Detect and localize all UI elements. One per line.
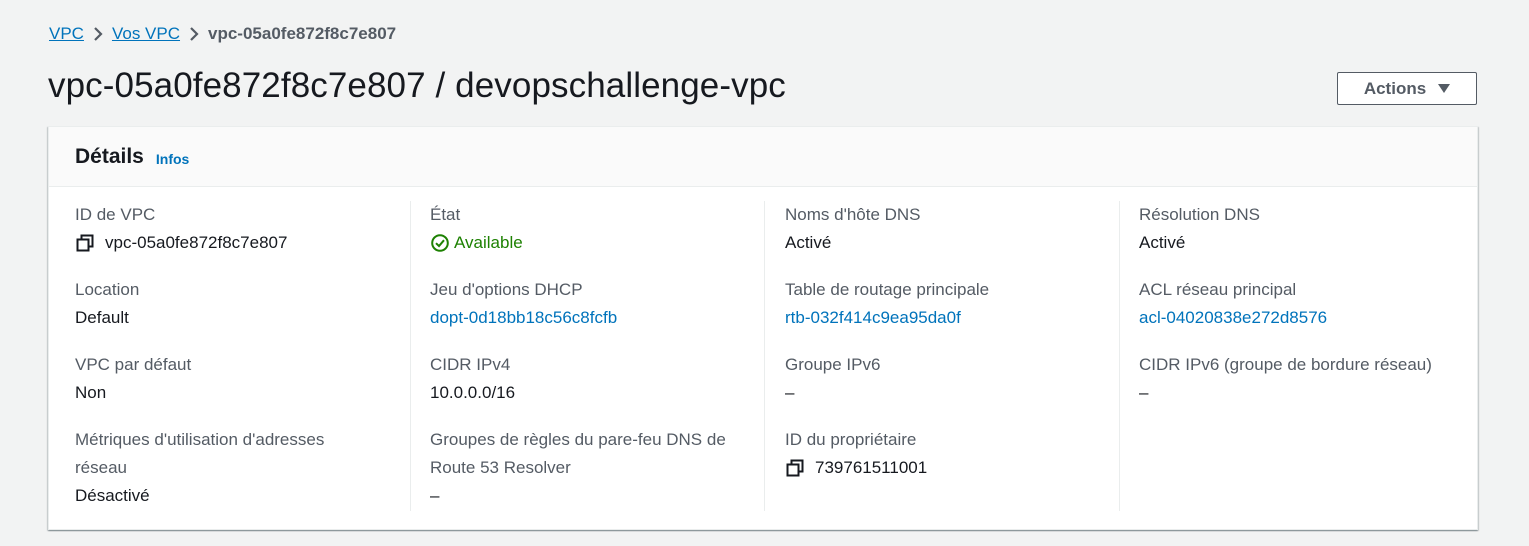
field-main-route-table: Table de routage principale rtb-032f414c… [785, 276, 1115, 332]
field-label: Jeu d'options DHCP [430, 280, 583, 299]
field-label: Métriques d'utilisation d'adresses résea… [75, 430, 325, 477]
field-dns-firewall-rule-groups: Groupes de règles du pare-feu DNS de Rou… [430, 426, 750, 510]
field-label: VPC par défaut [75, 355, 192, 374]
field-vpc-id: ID de VPC vpc-05a0fe872f8c7e807 [75, 201, 405, 257]
details-columns: ID de VPC vpc-05a0fe872f8c7e807 Location… [49, 201, 1477, 511]
details-column-2: État Available Jeu d'options DHCP dopt-0… [430, 201, 760, 511]
field-value-row: vpc-05a0fe872f8c7e807 [75, 229, 405, 257]
field-main-network-acl: ACL réseau principal acl-04020838e272d85… [1139, 276, 1469, 332]
details-panel: Détails Infos ID de VPC vpc-05a0fe872f8c… [48, 126, 1478, 530]
main-route-table-link[interactable]: rtb-032f414c9ea95da0f [785, 304, 1115, 332]
field-label: Table de routage principale [785, 280, 990, 299]
dhcp-options-link[interactable]: dopt-0d18bb18c56c8fcfb [430, 304, 760, 332]
breadcrumb-vpc-link[interactable]: VPC [49, 24, 84, 44]
field-label: CIDR IPv4 [430, 355, 511, 374]
field-value: Activé [1139, 233, 1186, 252]
field-value: – [430, 486, 440, 505]
field-dhcp-options: Jeu d'options DHCP dopt-0d18bb18c56c8fcf… [430, 276, 760, 332]
field-label: Résolution DNS [1139, 205, 1260, 224]
page-title: vpc-05a0fe872f8c7e807 / devopschallenge-… [48, 66, 786, 105]
field-label: Groupe IPv6 [785, 355, 881, 374]
column-divider [1119, 201, 1120, 511]
column-divider [764, 201, 765, 511]
field-owner-id: ID du propriétaire 739761511001 [785, 426, 1115, 482]
actions-dropdown-button[interactable]: Actions [1337, 72, 1477, 105]
info-link[interactable]: Infos [156, 151, 189, 167]
column-divider [410, 201, 411, 511]
field-label: Groupes de règles du pare-feu DNS de Rou… [430, 430, 726, 477]
copy-icon[interactable] [75, 233, 95, 253]
field-network-address-metrics: Métriques d'utilisation d'adresses résea… [75, 426, 375, 510]
details-column-1: ID de VPC vpc-05a0fe872f8c7e807 Location… [75, 201, 405, 511]
caret-down-icon [1438, 79, 1451, 99]
field-label: CIDR IPv6 (groupe de bordure réseau) [1139, 355, 1432, 374]
field-dns-hostnames: Noms d'hôte DNS Activé [785, 201, 1115, 257]
field-cidr-ipv6: CIDR IPv6 (groupe de bordure réseau) – [1139, 351, 1469, 407]
check-circle-icon [431, 234, 449, 252]
chevron-right-icon [180, 26, 208, 42]
field-location: Location Default [75, 276, 405, 332]
field-value-row: Available [430, 229, 760, 257]
field-value: Default [75, 308, 129, 327]
field-value: Activé [785, 233, 832, 252]
field-label: ACL réseau principal [1139, 280, 1297, 299]
field-dns-resolution: Résolution DNS Activé [1139, 201, 1469, 257]
field-state: État Available [430, 201, 760, 257]
field-value: Désactivé [75, 486, 150, 505]
field-cidr-ipv4: CIDR IPv4 10.0.0.0/16 [430, 351, 760, 407]
main-network-acl-link[interactable]: acl-04020838e272d8576 [1139, 304, 1469, 332]
details-column-4: Résolution DNS Activé ACL réseau princip… [1139, 201, 1469, 511]
status-available: Available [454, 233, 523, 252]
actions-button-label: Actions [1363, 78, 1427, 98]
field-label: Noms d'hôte DNS [785, 205, 921, 224]
field-value: 10.0.0.0/16 [430, 383, 516, 402]
details-column-3: Noms d'hôte DNS Activé Table de routage … [785, 201, 1115, 511]
vpc-id-value: vpc-05a0fe872f8c7e807 [105, 233, 288, 252]
field-label: Location [75, 280, 140, 299]
field-ipv6-pool: Groupe IPv6 – [785, 351, 1115, 407]
field-label: ID de VPC [75, 205, 156, 224]
field-value-row: 739761511001 [785, 454, 1115, 482]
field-label: ID du propriétaire [785, 430, 917, 449]
copy-icon[interactable] [785, 458, 805, 478]
breadcrumb-vos-vpc-link[interactable]: Vos VPC [112, 24, 180, 44]
field-label: État [430, 205, 461, 224]
field-value: Non [75, 383, 107, 402]
field-default-vpc: VPC par défaut Non [75, 351, 405, 407]
field-value: – [1139, 383, 1149, 402]
field-value: – [785, 383, 795, 402]
chevron-right-icon [84, 26, 112, 42]
owner-id-value: 739761511001 [815, 458, 928, 477]
details-panel-header: Détails Infos [49, 127, 1477, 187]
breadcrumb: VPC Vos VPC vpc-05a0fe872f8c7e807 [49, 22, 396, 46]
details-title: Détails [75, 144, 144, 168]
breadcrumb-current: vpc-05a0fe872f8c7e807 [208, 24, 397, 43]
